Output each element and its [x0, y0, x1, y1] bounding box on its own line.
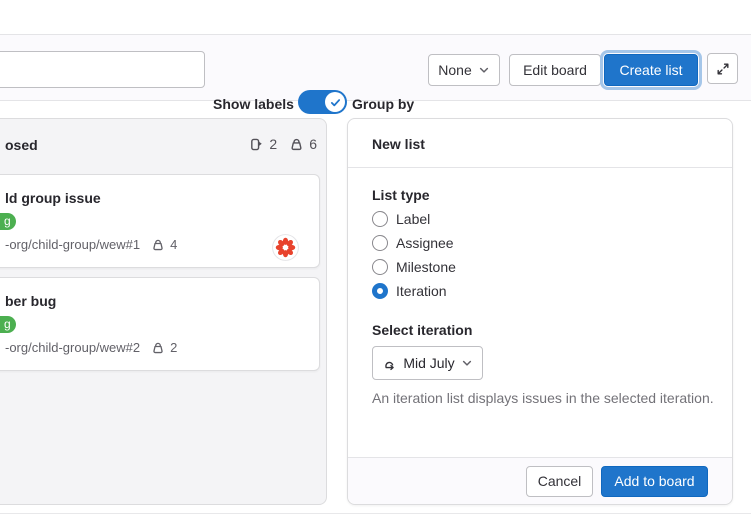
group-by-dropdown[interactable]: None	[428, 54, 500, 86]
radio-button[interactable]	[372, 235, 388, 251]
radio-button[interactable]	[372, 211, 388, 227]
expand-icon	[716, 62, 730, 76]
cancel-label: Cancel	[538, 473, 582, 489]
radio-label: Assignee	[396, 235, 454, 251]
iteration-icon	[382, 356, 397, 371]
create-list-label: Create list	[619, 62, 682, 78]
issue-title: ber bug	[5, 293, 56, 309]
radio-option-milestone[interactable]: Milestone	[372, 259, 456, 275]
show-labels-label: Show labels	[213, 96, 294, 112]
radio-option-iteration[interactable]: Iteration	[372, 283, 447, 299]
show-labels-toggle[interactable]	[298, 90, 347, 114]
board-toolbar: Show labels Group by None Edit board Cre…	[0, 34, 751, 101]
weight-total: 6	[309, 136, 317, 152]
issue-card[interactable]: ber bug g -org/child-group/wew#2 2	[0, 277, 320, 371]
check-icon	[329, 96, 342, 109]
issue-card[interactable]: ld group issue g -org/child-group/wew#1 …	[0, 174, 320, 268]
panel-footer: Cancel Add to board	[348, 457, 732, 504]
issue-reference: -org/child-group/wew#2	[5, 340, 140, 355]
iteration-dropdown[interactable]: Mid July	[372, 346, 483, 380]
list-type-label: List type	[372, 187, 430, 203]
weight-icon	[151, 341, 165, 355]
issues-icon	[249, 137, 264, 152]
expand-board-button[interactable]	[707, 53, 738, 84]
issue-label-badge[interactable]: g	[0, 213, 16, 230]
list-stats: 2 6	[249, 136, 317, 152]
toggle-knob	[325, 92, 345, 112]
select-iteration-label: Select iteration	[372, 322, 472, 338]
radio-button-selected[interactable]	[372, 283, 388, 299]
radio-label: Label	[396, 211, 430, 227]
iteration-description: An iteration list displays issues in the…	[372, 389, 718, 408]
list-title: osed	[5, 137, 38, 153]
radio-label: Iteration	[396, 283, 447, 299]
issue-weight: 4	[170, 237, 177, 252]
new-list-panel: New list List type Label Assignee Milest…	[347, 118, 733, 505]
panel-header: New list	[348, 119, 732, 168]
assignee-avatar[interactable]	[272, 234, 299, 261]
board-list-closed: osed 2 6 ld group issue g -org/child-gro…	[0, 118, 327, 505]
edit-board-button[interactable]: Edit board	[509, 54, 601, 86]
radio-label: Milestone	[396, 259, 456, 275]
radio-option-label[interactable]: Label	[372, 211, 430, 227]
edit-board-label: Edit board	[523, 62, 587, 78]
issue-weight: 2	[170, 340, 177, 355]
add-to-board-button[interactable]: Add to board	[601, 466, 708, 497]
issue-reference-row: -org/child-group/wew#1 4	[5, 237, 177, 252]
radio-option-assignee[interactable]: Assignee	[372, 235, 454, 251]
group-by-label: Group by	[352, 96, 414, 112]
radio-button[interactable]	[372, 259, 388, 275]
cancel-button[interactable]: Cancel	[526, 466, 593, 497]
group-by-value: None	[438, 62, 471, 78]
issue-title: ld group issue	[5, 190, 101, 206]
chevron-down-icon	[461, 357, 473, 369]
iteration-value: Mid July	[403, 355, 454, 371]
weight-icon	[151, 238, 165, 252]
issue-label-badge[interactable]: g	[0, 316, 16, 333]
weight-icon	[289, 137, 304, 152]
filter-input[interactable]	[0, 51, 205, 88]
create-list-button[interactable]: Create list	[604, 54, 698, 86]
issue-count: 2	[269, 136, 277, 152]
issue-reference: -org/child-group/wew#1	[5, 237, 140, 252]
panel-title: New list	[372, 136, 425, 152]
issue-reference-row: -org/child-group/wew#2 2	[5, 340, 177, 355]
horizontal-divider	[0, 513, 751, 514]
chevron-down-icon	[478, 64, 490, 76]
add-to-board-label: Add to board	[614, 473, 694, 489]
